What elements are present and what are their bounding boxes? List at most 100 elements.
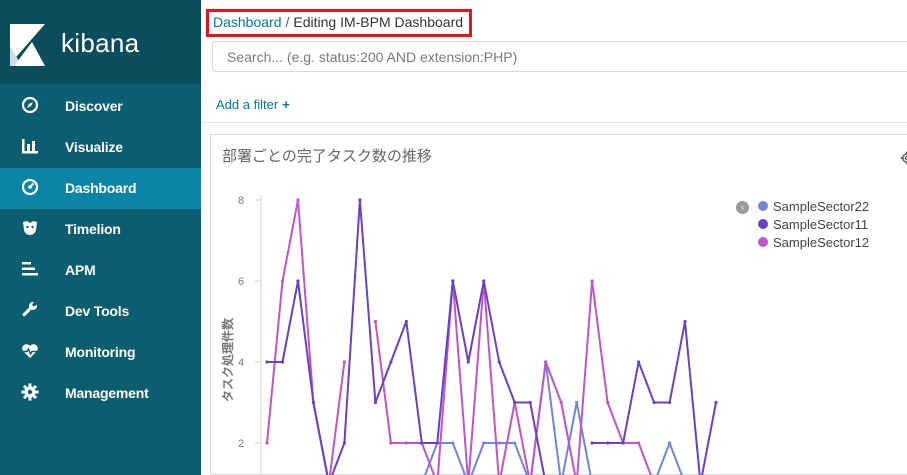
wrench-icon bbox=[21, 301, 39, 319]
data-point bbox=[451, 441, 455, 445]
plus-icon: + bbox=[282, 97, 290, 112]
data-point bbox=[296, 198, 300, 202]
kibana-app: kibana Discover Visualize Dashboard Time… bbox=[0, 0, 907, 475]
line-chart: 2 4 6 8 タスク処理件数 bbox=[220, 195, 718, 475]
data-point bbox=[513, 441, 517, 445]
data-point bbox=[404, 319, 408, 324]
visualization-panel: 部署ごとの完了タスク数の推移 2 4 6 8 タスク処理件数 ‹ SampleSecto… bbox=[210, 134, 907, 475]
data-point bbox=[280, 360, 285, 364]
data-point bbox=[342, 360, 347, 364]
sidebar-item-dashboard[interactable]: Dashboard bbox=[0, 168, 201, 209]
y-tick-label: 4 bbox=[238, 357, 244, 369]
add-filter-button[interactable]: Add a filter + bbox=[216, 97, 290, 112]
data-point bbox=[466, 360, 470, 364]
legend-color-dot bbox=[758, 201, 768, 211]
data-point bbox=[280, 279, 285, 283]
y-axis-title: タスク処理件数 bbox=[220, 317, 235, 402]
legend-color-dot bbox=[758, 219, 768, 229]
legend-item[interactable]: SampleSector11 bbox=[758, 215, 907, 233]
data-point bbox=[420, 441, 424, 445]
sidebar-item-label: Discover bbox=[65, 98, 123, 114]
compass-icon bbox=[21, 96, 39, 114]
sidebar: kibana Discover Visualize Dashboard Time… bbox=[0, 0, 201, 475]
data-point bbox=[451, 279, 455, 283]
y-tick-label: 6 bbox=[238, 276, 244, 288]
sidebar-item-dev-tools[interactable]: Dev Tools bbox=[0, 291, 201, 332]
sidebar-item-discover[interactable]: Discover bbox=[0, 86, 201, 127]
sidebar-item-apm[interactable]: APM bbox=[0, 250, 201, 291]
brand[interactable]: kibana bbox=[0, 0, 201, 84]
data-point bbox=[667, 441, 672, 445]
legend-item[interactable]: SampleSector22 bbox=[758, 197, 907, 215]
sidebar-item-timelion[interactable]: Timelion bbox=[0, 209, 201, 250]
data-point bbox=[528, 400, 532, 405]
kibana-logo-icon bbox=[10, 24, 45, 66]
data-point bbox=[342, 441, 347, 445]
data-point bbox=[311, 400, 316, 405]
data-point bbox=[435, 441, 439, 445]
dashboard-icon bbox=[21, 178, 39, 196]
breadcrumb: Dashboard / Editing IM-BPM Dashboard bbox=[206, 9, 473, 37]
timelion-icon bbox=[21, 219, 39, 237]
y-tick-label: 8 bbox=[238, 195, 244, 207]
legend-item[interactable]: SampleSector12 bbox=[758, 233, 907, 251]
sidebar-item-label: Dashboard bbox=[65, 180, 137, 196]
breadcrumb-dashboard-link[interactable]: Dashboard bbox=[213, 14, 282, 30]
chart-legend: ‹ SampleSector22 SampleSector11 SampleSe… bbox=[736, 197, 907, 251]
data-point bbox=[590, 279, 594, 283]
legend-label: SampleSector12 bbox=[773, 234, 870, 250]
search-bar bbox=[212, 41, 907, 72]
data-point bbox=[606, 441, 610, 445]
legend-label: SampleSector22 bbox=[773, 198, 870, 214]
data-point bbox=[404, 441, 408, 445]
data-point bbox=[544, 360, 548, 364]
series-line bbox=[374, 280, 652, 475]
apm-icon bbox=[21, 260, 39, 278]
sidebar-nav: Discover Visualize Dashboard Timelion AP… bbox=[0, 86, 201, 414]
data-point bbox=[389, 360, 393, 364]
data-point bbox=[652, 400, 656, 405]
gear-icon bbox=[21, 383, 39, 401]
search-input[interactable] bbox=[213, 42, 907, 71]
brand-name: kibana bbox=[61, 28, 140, 58]
sidebar-item-visualize[interactable]: Visualize bbox=[0, 127, 201, 168]
data-point bbox=[482, 279, 486, 283]
data-point bbox=[389, 441, 393, 445]
data-point bbox=[265, 360, 269, 364]
data-point bbox=[683, 319, 687, 324]
sidebar-item-management[interactable]: Management bbox=[0, 373, 201, 414]
data-point bbox=[636, 441, 641, 445]
bar-chart-icon bbox=[21, 137, 39, 155]
breadcrumb-separator: / bbox=[285, 14, 290, 30]
data-point bbox=[497, 360, 501, 364]
add-filter-label: Add a filter bbox=[216, 97, 279, 112]
series-line bbox=[592, 320, 717, 475]
data-point bbox=[559, 400, 563, 405]
sidebar-item-label: Timelion bbox=[65, 221, 121, 237]
data-point bbox=[714, 400, 718, 405]
sidebar-item-label: Visualize bbox=[65, 139, 123, 155]
heartbeat-icon bbox=[21, 342, 39, 360]
data-point bbox=[358, 198, 362, 202]
data-point bbox=[513, 400, 517, 405]
data-point bbox=[621, 441, 625, 445]
data-point bbox=[265, 441, 269, 445]
header-divider bbox=[201, 122, 907, 123]
data-point bbox=[373, 319, 377, 324]
legend-color-dot bbox=[758, 237, 768, 247]
sidebar-item-label: Management bbox=[65, 385, 149, 401]
sidebar-item-label: Dev Tools bbox=[65, 303, 130, 319]
data-point bbox=[667, 400, 672, 405]
data-point bbox=[497, 441, 501, 445]
data-point bbox=[636, 360, 641, 364]
data-point bbox=[296, 279, 300, 283]
sidebar-item-monitoring[interactable]: Monitoring bbox=[0, 332, 201, 373]
data-point bbox=[590, 441, 594, 445]
data-point bbox=[373, 400, 377, 405]
sidebar-item-label: Monitoring bbox=[65, 344, 136, 360]
data-point bbox=[482, 441, 486, 445]
sidebar-item-label: APM bbox=[65, 262, 96, 278]
breadcrumb-current: Editing IM-BPM Dashboard bbox=[293, 14, 464, 30]
legend-toggle-icon[interactable]: ‹ bbox=[736, 201, 749, 214]
legend-label: SampleSector11 bbox=[773, 216, 869, 232]
